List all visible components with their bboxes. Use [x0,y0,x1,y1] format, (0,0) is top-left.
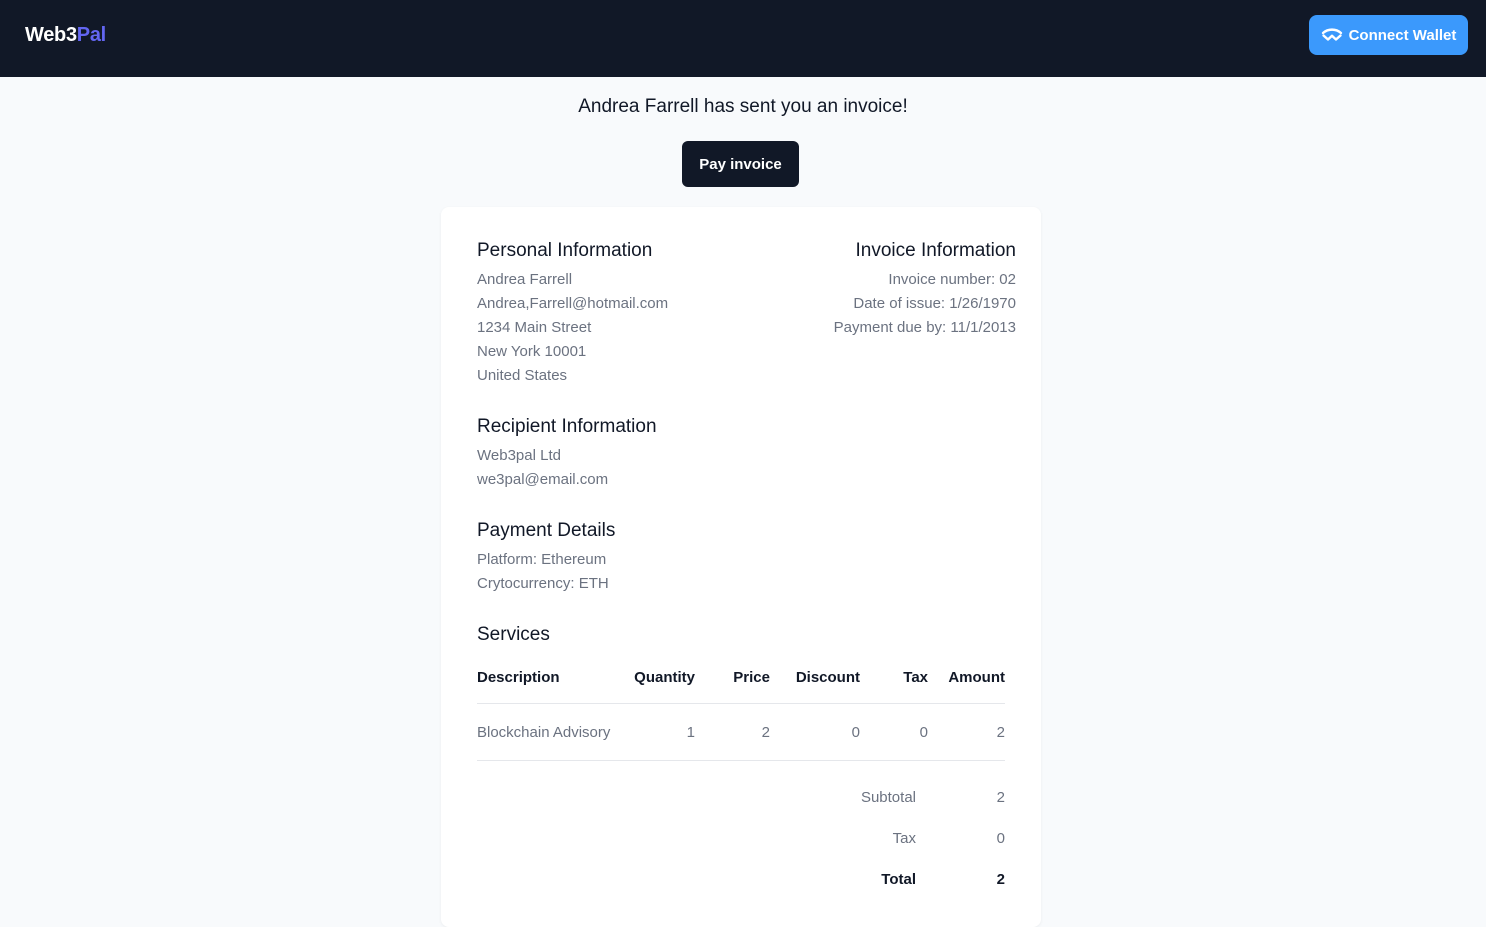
col-header-quantity: Quantity [634,669,695,686]
connect-wallet-label: Connect Wallet [1348,26,1457,44]
pay-invoice-button[interactable]: Pay invoice [682,141,799,187]
col-header-tax: Tax [903,669,928,686]
col-header-discount: Discount [795,669,860,686]
row-discount: 0 [851,724,860,741]
personal-country: United States [477,367,568,384]
app-logo[interactable]: Web3Pal [25,24,106,47]
personal-street: 1234 Main Street [477,319,592,336]
personal-email: Andrea,Farrell@hotmail.com [477,295,669,312]
connect-wallet-button[interactable]: Connect Wallet [1309,15,1468,55]
total-value: 2 [996,871,1005,888]
recipient-info-title: Recipient Information [477,416,657,437]
services-title: Services [477,624,550,645]
row-amount: 2 [996,724,1005,741]
total-label: Total [881,871,916,888]
payment-details-title: Payment Details [477,520,616,541]
personal-info-title: Personal Information [477,240,653,261]
personal-name: Andrea Farrell [477,271,573,288]
invoice-number: Invoice number: 02 [888,271,1016,288]
top-navbar: Web3Pal Connect Wallet [0,0,1486,77]
row-price: 2 [761,724,770,741]
invoice-issue-date: Date of issue: 1/26/1970 [853,295,1016,312]
personal-city: New York 10001 [477,343,587,360]
payment-platform: Platform: Ethereum [477,551,607,568]
tax-value: 0 [996,830,1005,847]
row-tax: 0 [919,724,928,741]
recipient-email: we3pal@email.com [477,471,609,488]
col-header-description: Description [477,669,560,686]
logo-text-web3: Web3 [25,24,77,46]
col-header-price: Price [733,669,770,686]
recipient-name: Web3pal Ltd [477,447,561,464]
table-row-divider [477,760,1005,761]
payment-currency: Crytocurrency: ETH [477,575,609,592]
subtotal-value: 2 [996,789,1005,806]
logo-text-pal: Pal [76,24,106,46]
subtotal-label: Subtotal [860,789,916,806]
col-header-amount: Amount [948,669,1005,686]
invoice-info-title: Invoice Information [855,240,1016,261]
row-description: Blockchain Advisory [477,724,611,741]
invoice-headline: Andrea Farrell has sent you an invoice! [578,96,908,117]
tax-label: Tax [892,830,916,847]
row-quantity: 1 [686,724,695,741]
table-header-divider [477,703,1005,704]
walletconnect-icon [1321,28,1343,42]
invoice-due-date: Payment due by: 11/1/2013 [833,319,1016,336]
